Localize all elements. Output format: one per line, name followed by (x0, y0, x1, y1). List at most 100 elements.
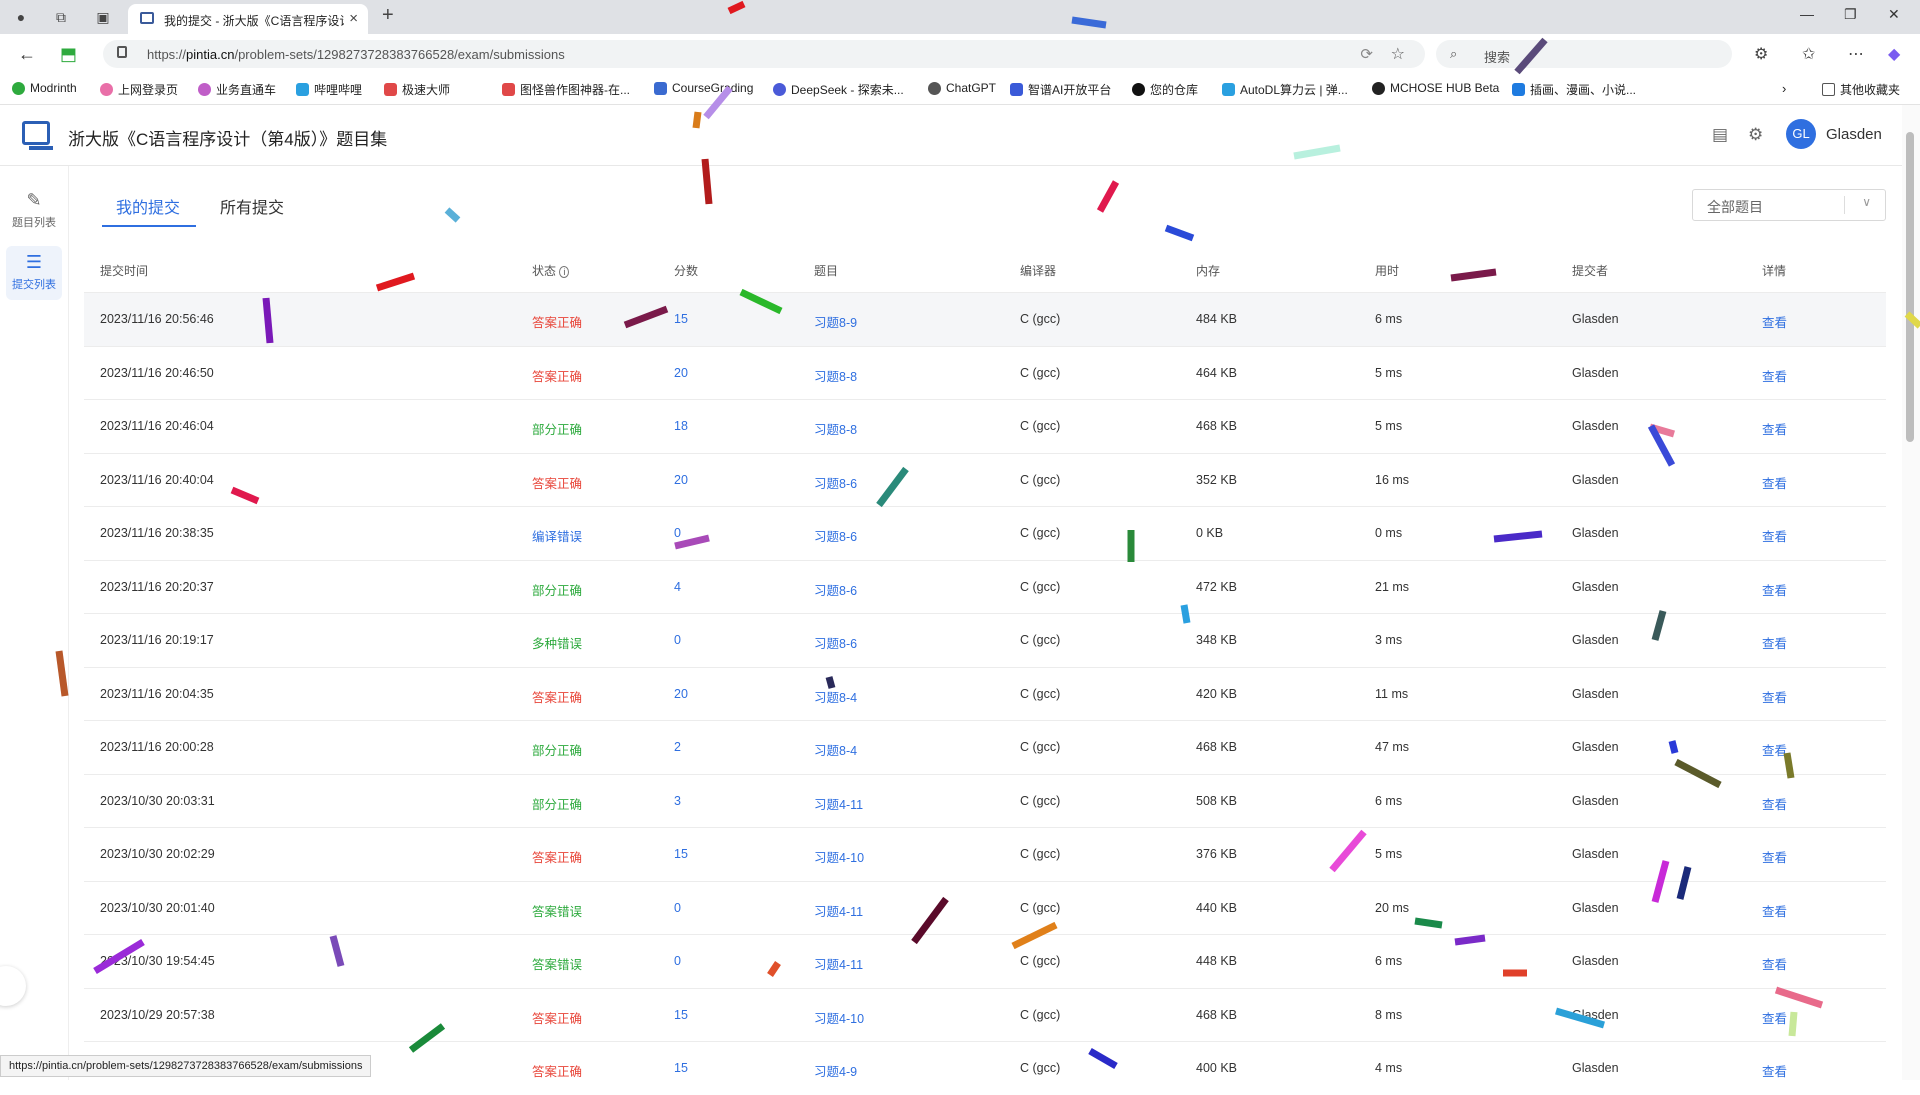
problem-link[interactable]: 习题8-8 (814, 366, 857, 385)
problem-link[interactable]: 习题8-8 (814, 419, 857, 438)
bookmark-item[interactable]: 图怪兽作图神器-在... (502, 81, 630, 98)
view-detail-link[interactable]: 查看 (1762, 1061, 1787, 1080)
problem-link[interactable]: 习题8-6 (814, 580, 857, 599)
score-link[interactable]: 0 (674, 633, 681, 647)
problem-link[interactable]: 习题8-4 (814, 687, 857, 706)
view-detail-link[interactable]: 查看 (1762, 312, 1787, 331)
runtime: 6 ms (1375, 793, 1403, 808)
tab-all-submissions[interactable]: 所有提交 (220, 194, 284, 218)
read-aloud-icon[interactable]: ⟳ (1360, 45, 1373, 63)
settings-gear-icon[interactable]: ⚙ (1748, 125, 1763, 145)
status-badge: 答案正确 (532, 1065, 583, 1079)
bookmark-item[interactable]: CourseGrading (654, 81, 753, 95)
view-detail-link[interactable]: 查看 (1762, 473, 1787, 492)
extensions-icon[interactable]: ⚙ (1754, 44, 1768, 64)
favorite-star-icon[interactable]: ☆ (1391, 44, 1405, 64)
bookmark-item[interactable]: 插画、漫画、小说... (1512, 81, 1636, 98)
problem-filter-select[interactable]: 全部题目 ∨ (1692, 189, 1886, 221)
problem-link[interactable]: 习题4-11 (814, 901, 863, 920)
chevron-right-icon[interactable]: › (1782, 81, 1786, 96)
bookmark-item[interactable]: 智谱AI开放平台 (1010, 81, 1111, 98)
rail-item-problem-list[interactable]: ✎ 题目列表 (6, 184, 62, 238)
problem-link[interactable]: 习题8-6 (814, 633, 857, 652)
problem-link[interactable]: 习题4-10 (814, 847, 864, 866)
table-row: 2023/11/16 20:20:37 部分正确 4 习题8-6 C (gcc) 472 … (84, 559, 1886, 614)
bookmark-item[interactable]: 极速大师 (384, 81, 450, 98)
search-input[interactable]: ⌕ 搜索 (1436, 40, 1732, 68)
window-close-icon[interactable]: ✕ (1888, 6, 1900, 23)
bookmark-item[interactable]: AutoDL算力云 | 弹... (1222, 81, 1348, 98)
problem-link[interactable]: 习题8-6 (814, 526, 857, 545)
view-detail-link[interactable]: 查看 (1762, 419, 1787, 438)
bookmark-item[interactable]: MCHOSE HUB Beta (1372, 81, 1499, 95)
score-link[interactable]: 18 (674, 419, 688, 433)
new-tab-icon[interactable]: + (382, 4, 394, 27)
problem-link[interactable]: 习题8-9 (814, 312, 857, 331)
score-link[interactable]: 20 (674, 687, 688, 701)
bookmark-item[interactable]: ChatGPT (928, 81, 996, 95)
info-icon[interactable]: i (559, 266, 570, 278)
problem-link[interactable]: 习题8-6 (814, 473, 857, 492)
score-link[interactable]: 2 (674, 740, 681, 754)
view-detail-link[interactable]: 查看 (1762, 633, 1787, 652)
tab-my-submissions[interactable]: 我的提交 (116, 194, 180, 218)
table-row: 2023/11/16 20:19:17 多种错误 0 习题8-6 C (gcc) 348 … (84, 613, 1886, 667)
view-detail-link[interactable]: 查看 (1762, 1008, 1787, 1027)
table-header: 提交时间 状态 i 分数 题目 编译器 内存 用时 提交者 详情 (84, 248, 1886, 292)
workspaces-icon[interactable]: ⧉ (50, 6, 72, 28)
view-detail-link[interactable]: 查看 (1762, 901, 1787, 920)
vertical-tabs-icon[interactable]: ▣ (92, 6, 114, 28)
user-name[interactable]: Glasden (1826, 126, 1882, 143)
scrollbar-thumb[interactable] (1906, 132, 1914, 442)
more-icon[interactable]: ⋯ (1848, 44, 1864, 64)
view-detail-link[interactable]: 查看 (1762, 366, 1787, 385)
score-link[interactable]: 15 (674, 847, 688, 861)
back-icon[interactable]: ← (18, 44, 36, 65)
table-row: 2023/11/16 20:04:35 答案正确 20 习题8-4 C (gcc) 420… (84, 666, 1886, 721)
submitter: Glasden (1572, 1061, 1619, 1075)
extension-icon[interactable]: ⬒ (60, 44, 77, 65)
view-detail-link[interactable]: 查看 (1762, 526, 1787, 545)
bookmark-item[interactable]: Modrinth (12, 81, 77, 95)
problem-link[interactable]: 习题8-4 (814, 740, 857, 759)
problem-link[interactable]: 习题4-11 (814, 954, 863, 973)
score-link[interactable]: 15 (674, 1008, 688, 1022)
bookmark-item[interactable]: 上网登录页 (100, 81, 178, 98)
score-link[interactable]: 15 (674, 312, 688, 326)
url-field[interactable]: https://pintia.cn/problem-sets/129827372… (103, 40, 1425, 68)
table-row: 2023/11/16 20:56:46 答案正确 15 习题8-9 C (gcc) 484… (84, 292, 1886, 346)
bookmark-item[interactable]: 您的仓库 (1132, 81, 1198, 98)
avatar[interactable]: GL (1786, 119, 1816, 149)
score-link[interactable]: 20 (674, 473, 688, 487)
favorites-icon[interactable]: ✩ (1802, 44, 1815, 64)
rail-item-submission-list[interactable]: ☰ 提交列表 (6, 246, 62, 300)
copilot-icon[interactable]: ◆ (1888, 44, 1900, 64)
restore-icon[interactable]: ❐ (1844, 6, 1857, 23)
view-detail-link[interactable]: 查看 (1762, 687, 1787, 706)
view-detail-link[interactable]: 查看 (1762, 794, 1787, 813)
browser-tab-active[interactable]: 我的提交 - 浙大版《C语言程序设计 × (128, 4, 368, 34)
problem-link[interactable]: 习题4-10 (814, 1008, 864, 1027)
score-link[interactable]: 3 (674, 794, 681, 808)
bookmark-item[interactable]: 业务直通车 (198, 81, 276, 98)
score-link[interactable]: 15 (674, 1061, 688, 1075)
view-detail-link[interactable]: 查看 (1762, 954, 1787, 973)
other-favorites-folder[interactable]: 其他收藏夹 (1822, 81, 1900, 98)
briefcase-icon[interactable]: ▤ (1712, 125, 1728, 145)
problem-link[interactable]: 习题4-11 (814, 794, 863, 813)
score-link[interactable]: 0 (674, 901, 681, 915)
score-link[interactable]: 0 (674, 526, 681, 540)
score-link[interactable]: 20 (674, 366, 688, 380)
view-detail-link[interactable]: 查看 (1762, 580, 1787, 599)
minimize-icon[interactable]: — (1800, 6, 1814, 22)
bookmark-item[interactable]: DeepSeek - 探索未... (773, 81, 904, 98)
view-detail-link[interactable]: 查看 (1762, 740, 1787, 759)
pta-logo-icon[interactable] (22, 121, 53, 150)
bookmark-item[interactable]: 哔哩哔哩 (296, 81, 362, 98)
score-link[interactable]: 4 (674, 580, 681, 594)
close-tab-icon[interactable]: × (349, 10, 358, 27)
profile-avatar-icon[interactable]: ● (10, 6, 32, 28)
score-link[interactable]: 0 (674, 954, 681, 968)
view-detail-link[interactable]: 查看 (1762, 847, 1787, 866)
problem-link[interactable]: 习题4-9 (814, 1061, 857, 1080)
